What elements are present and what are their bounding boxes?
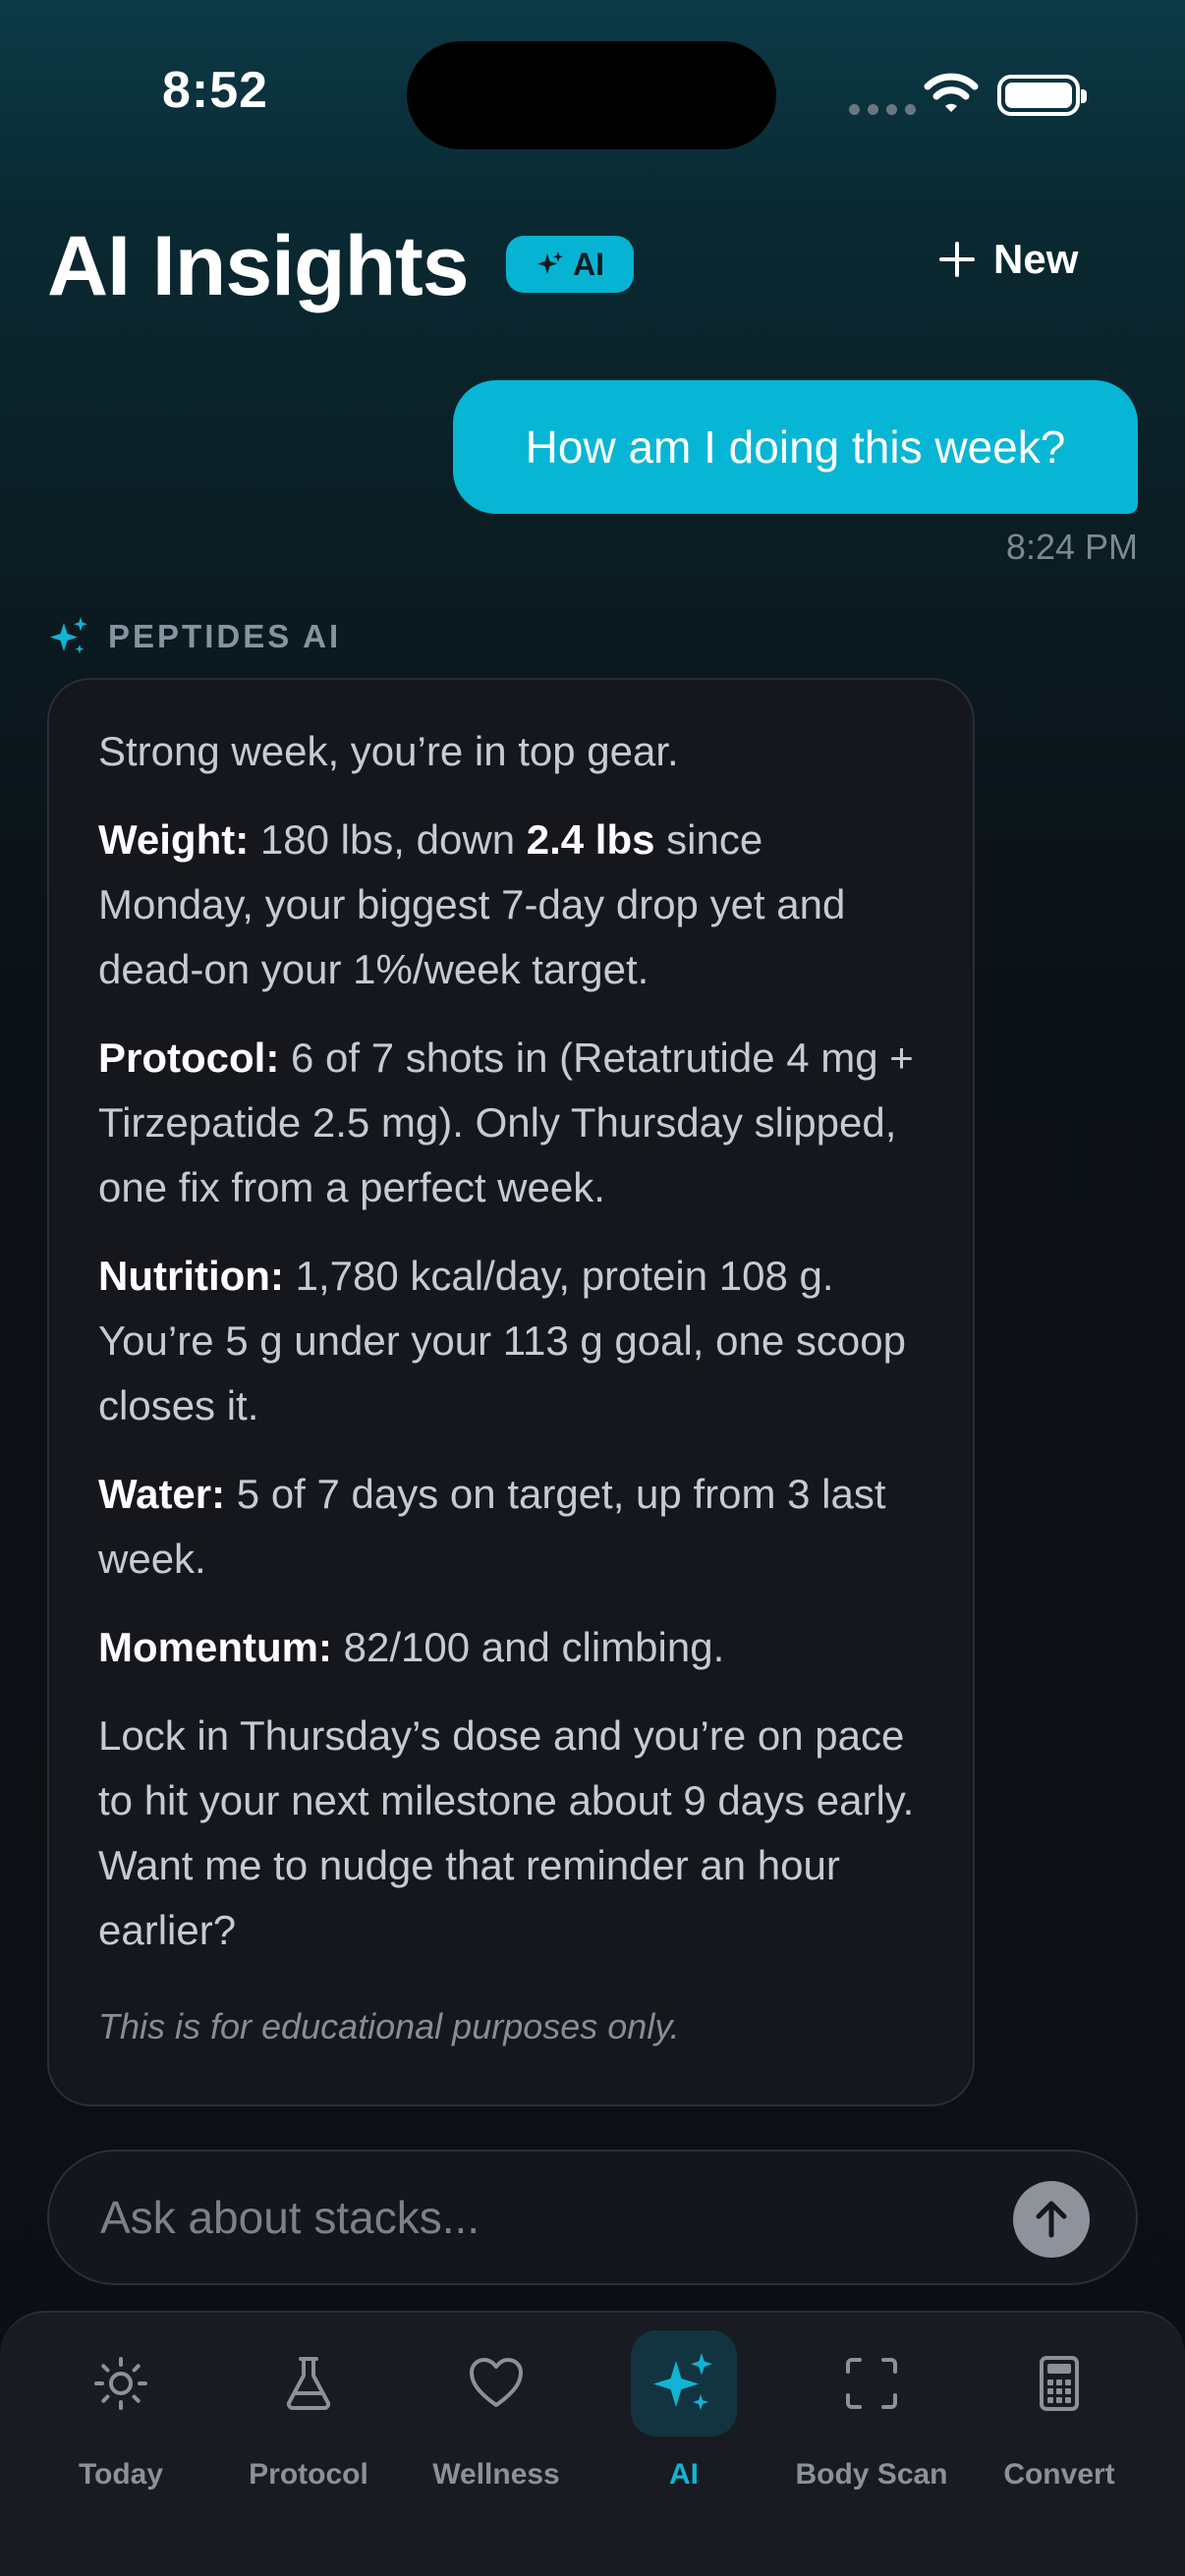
sun-icon [94, 2357, 147, 2410]
momentum-key: Momentum: [98, 1624, 332, 1670]
status-time: 8:52 [162, 62, 269, 119]
weight-highlight: 2.4 lbs [526, 816, 655, 863]
tab-label: Protocol [249, 2458, 368, 2491]
calculator-icon [1040, 2356, 1079, 2411]
tab-label: AI [669, 2458, 699, 2491]
user-message-bubble: How am I doing this week? [453, 380, 1138, 514]
flask-icon [286, 2357, 331, 2410]
weight-key: Weight: [98, 816, 250, 863]
page-title: AI Insights [47, 219, 470, 313]
assistant-name: PEPTIDES AI [108, 618, 342, 654]
water-key: Water: [98, 1471, 226, 1517]
wifi-icon [924, 73, 979, 112]
tab-label: Body Scan [795, 2458, 948, 2491]
tab-ai[interactable]: AI [591, 2330, 777, 2492]
assistant-message-card: Strong week, you’re in top gear. Weight:… [47, 678, 975, 2106]
response-weight: Weight: 180 lbs, down 2.4 lbs since Mond… [98, 808, 926, 1002]
arrow-up-icon [1036, 2201, 1067, 2238]
send-button[interactable] [1013, 2181, 1090, 2258]
tab-body-scan[interactable]: Body Scan [778, 2330, 965, 2492]
response-water: Water: 5 of 7 days on target, up from 3 … [98, 1462, 926, 1592]
heart-icon [470, 2358, 523, 2407]
sparkles-icon [537, 252, 563, 274]
momentum-text: 82/100 and climbing. [331, 1624, 725, 1670]
tab-label: Today [78, 2458, 164, 2491]
response-nutrition: Nutrition: 1,780 kcal/day, protein 108 g… [98, 1244, 926, 1438]
battery-icon [997, 75, 1087, 116]
dynamic-island [407, 41, 776, 149]
response-intro: Strong week, you’re in top gear. [98, 728, 679, 774]
ai-badge: AI [506, 236, 634, 293]
protocol-key: Protocol: [98, 1035, 280, 1081]
new-button-label: New [993, 236, 1079, 282]
tab-today[interactable]: Today [28, 2330, 214, 2492]
assistant-label: PEPTIDES AI [47, 615, 341, 658]
ai-badge-label: AI [573, 246, 604, 282]
response-protocol: Protocol: 6 of 7 shots in (Retatrutide 4… [98, 1026, 926, 1220]
tab-convert[interactable]: Convert [966, 2330, 1153, 2492]
disclaimer: This is for educational purposes only. [98, 2006, 680, 2046]
tab-label: Wellness [432, 2458, 560, 2491]
response-closing: Lock in Thursday’s dose and you’re on pa… [98, 1712, 915, 1953]
response-momentum: Momentum: 82/100 and climbing. [98, 1615, 926, 1680]
cellular-signal-icon [849, 104, 916, 115]
tab-wellness[interactable]: Wellness [403, 2330, 590, 2492]
message-timestamp: 8:24 PM [1005, 527, 1138, 567]
nutrition-key: Nutrition: [98, 1253, 284, 1299]
plus-icon [939, 242, 975, 277]
chat-input[interactable] [98, 2190, 967, 2245]
new-chat-button[interactable]: New [938, 236, 1078, 283]
tab-protocol[interactable]: Protocol [215, 2330, 402, 2492]
sparkles-icon [50, 617, 87, 654]
sparkles-icon [653, 2353, 712, 2410]
weight-text: 180 lbs, down [249, 816, 527, 863]
tab-label: Convert [1003, 2458, 1115, 2491]
scan-icon [846, 2358, 897, 2409]
chat-input-bar [47, 2150, 1138, 2285]
